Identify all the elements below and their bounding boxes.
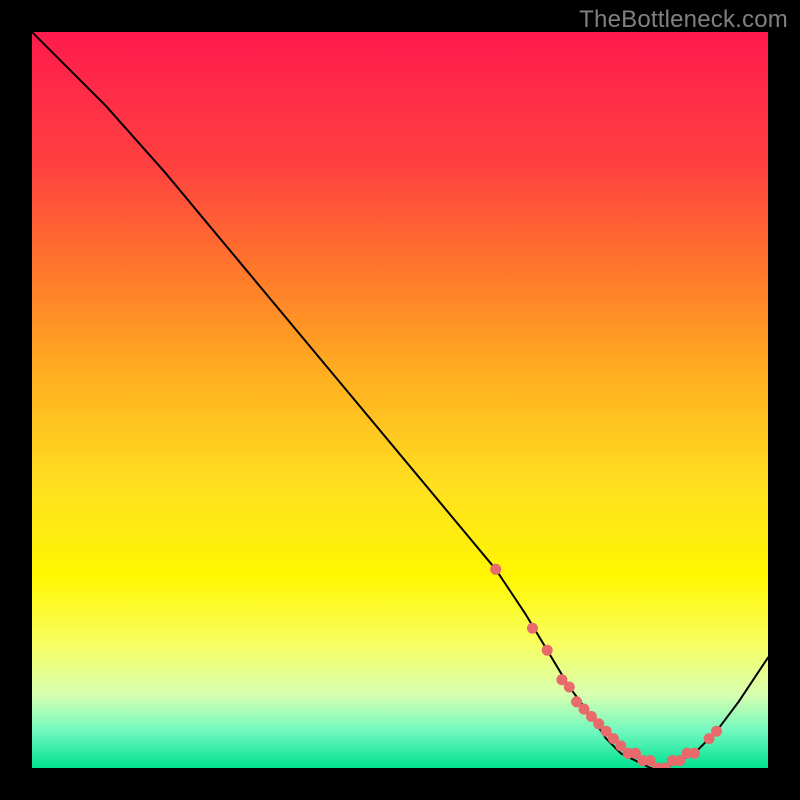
marker-dot	[594, 719, 604, 729]
marker-dot	[689, 748, 699, 758]
marker-dot	[491, 564, 501, 574]
marker-dot	[712, 726, 722, 736]
curve-line	[32, 32, 768, 768]
chart-svg	[32, 32, 768, 768]
chart-plot-area	[32, 32, 768, 768]
marker-dot	[528, 623, 538, 633]
marker-dot	[579, 704, 589, 714]
marker-dot	[564, 682, 574, 692]
marker-dot	[542, 645, 552, 655]
marker-dot	[704, 734, 714, 744]
chart-frame: TheBottleneck.com	[0, 0, 800, 800]
watermark-text: TheBottleneck.com	[579, 6, 788, 34]
marker-dot	[645, 756, 655, 766]
marker-dot	[616, 741, 626, 751]
